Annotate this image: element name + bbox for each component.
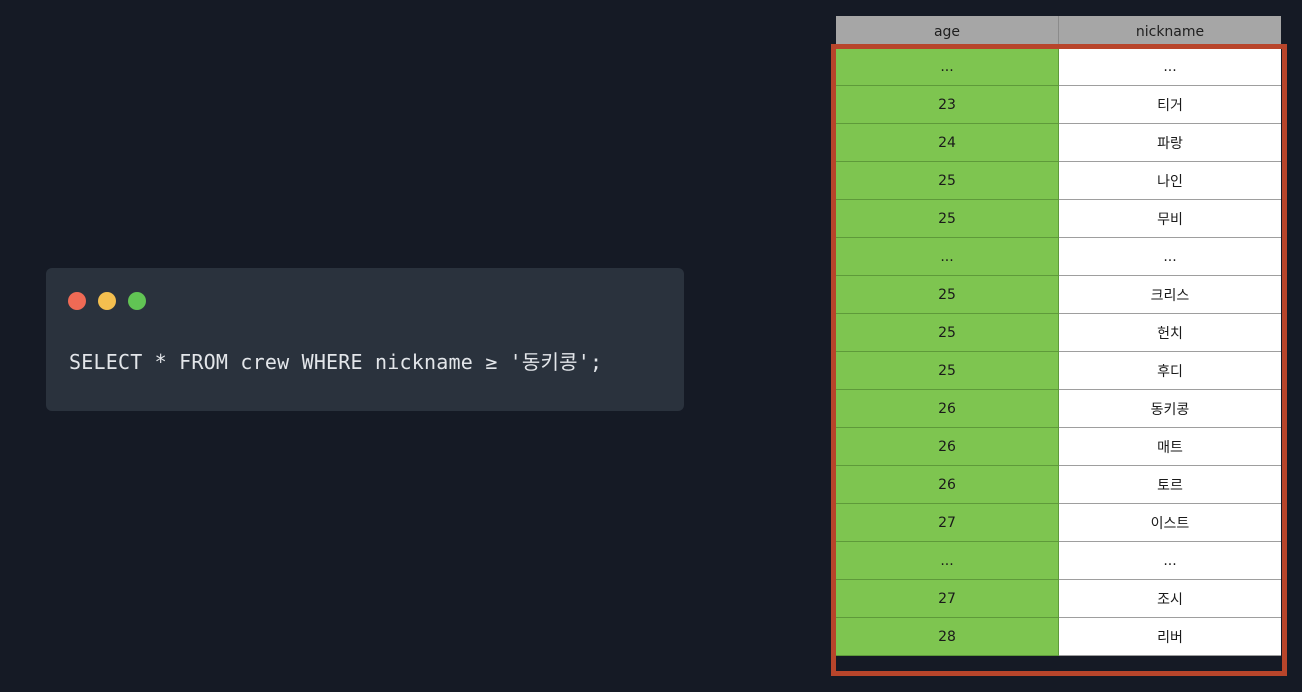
cell-age: 26 [836, 389, 1059, 428]
table-row: 23 티거 [836, 85, 1281, 124]
cell-age: 27 [836, 579, 1059, 618]
table-row: 26 매트 [836, 427, 1281, 466]
cell-nickname: 리버 [1058, 617, 1281, 656]
cell-nickname: 매트 [1058, 427, 1281, 466]
table-body: ...... 23 티거 24 파랑 25 나인 25 무비...... 25 크리스 25 헌치 25 후… [836, 48, 1281, 656]
maximize-dot-icon [128, 292, 146, 310]
table-row: ...... [836, 541, 1281, 580]
minimize-dot-icon [98, 292, 116, 310]
cell-nickname: ... [1058, 48, 1281, 86]
table-row: 25 후디 [836, 351, 1281, 390]
cell-nickname: 동키콩 [1058, 389, 1281, 428]
table-row: 25 헌치 [836, 313, 1281, 352]
cell-nickname: 토르 [1058, 465, 1281, 504]
result-table-container: age nickname ...... 23 티거 24 파랑 25 나인 25 무비.....… [836, 16, 1281, 656]
cell-nickname: 헌치 [1058, 313, 1281, 352]
table-row: 25 크리스 [836, 275, 1281, 314]
cell-age: 27 [836, 503, 1059, 542]
table-header-row: age nickname [836, 16, 1281, 48]
close-dot-icon [68, 292, 86, 310]
cell-nickname: ... [1058, 541, 1281, 580]
cell-nickname: ... [1058, 237, 1281, 276]
cell-nickname: 무비 [1058, 199, 1281, 238]
code-window: SELECT * FROM crew WHERE nickname ≥ '동키콩… [46, 268, 684, 411]
cell-age: ... [836, 48, 1059, 86]
column-header-age: age [836, 16, 1059, 48]
table-row: 25 나인 [836, 161, 1281, 200]
cell-age: 25 [836, 199, 1059, 238]
cell-age: 25 [836, 313, 1059, 352]
window-controls [68, 292, 146, 310]
table-row: 26 동키콩 [836, 389, 1281, 428]
cell-nickname: 파랑 [1058, 123, 1281, 162]
result-table: age nickname ...... 23 티거 24 파랑 25 나인 25 무비.....… [836, 16, 1281, 656]
cell-age: ... [836, 237, 1059, 276]
table-row: ...... [836, 237, 1281, 276]
cell-nickname: 조시 [1058, 579, 1281, 618]
cell-age: 25 [836, 161, 1059, 200]
table-row: 24 파랑 [836, 123, 1281, 162]
table-row: 27 이스트 [836, 503, 1281, 542]
table-row: 25 무비 [836, 199, 1281, 238]
sql-query: SELECT * FROM crew WHERE nickname ≥ '동키콩… [69, 350, 603, 374]
table-row: 26 토르 [836, 465, 1281, 504]
cell-nickname: 이스트 [1058, 503, 1281, 542]
cell-nickname: 티거 [1058, 85, 1281, 124]
cell-nickname: 후디 [1058, 351, 1281, 390]
cell-age: 26 [836, 427, 1059, 466]
stage: SELECT * FROM crew WHERE nickname ≥ '동키콩… [0, 0, 1302, 692]
cell-age: ... [836, 541, 1059, 580]
cell-age: 25 [836, 275, 1059, 314]
cell-age: 26 [836, 465, 1059, 504]
cell-age: 25 [836, 351, 1059, 390]
cell-age: 24 [836, 123, 1059, 162]
table-row: 28 리버 [836, 617, 1281, 656]
cell-age: 23 [836, 85, 1059, 124]
table-row: 27 조시 [836, 579, 1281, 618]
cell-nickname: 크리스 [1058, 275, 1281, 314]
cell-nickname: 나인 [1058, 161, 1281, 200]
cell-age: 28 [836, 617, 1059, 656]
table-row: ...... [836, 48, 1281, 86]
column-header-nickname: nickname [1058, 16, 1281, 48]
